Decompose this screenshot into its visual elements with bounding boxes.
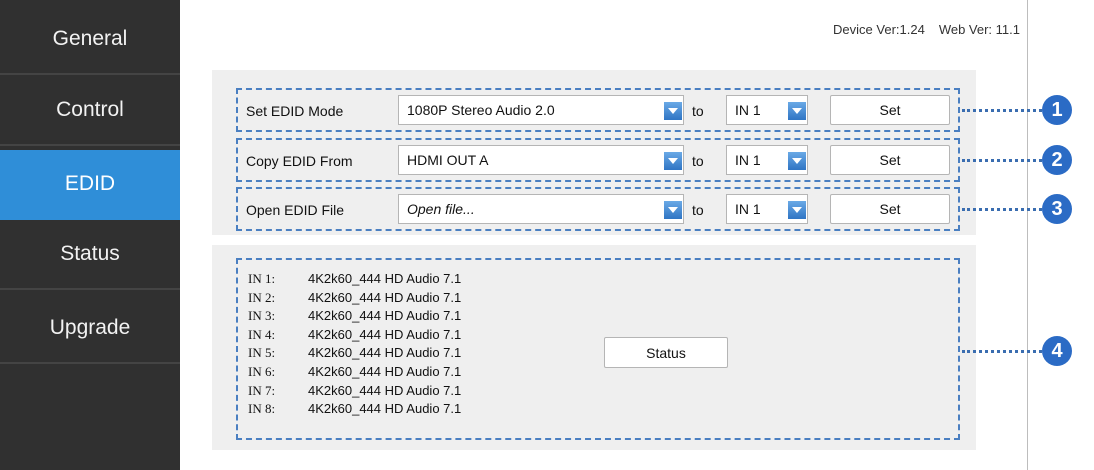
callout-leader: [962, 159, 1042, 162]
status-line: IN 7: 4K2k60_444 HD Audio 7.1: [248, 382, 461, 401]
web-version: Web Ver: 11.1: [938, 22, 1020, 37]
status-value: 4K2k60_444 HD Audio 7.1: [308, 401, 462, 417]
edid-status-list: IN 1: 4K2k60_444 HD Audio 7.1 IN 2: 4K2k60…: [248, 270, 461, 419]
status-port: IN 1:: [248, 271, 276, 286]
sidebar-item-control[interactable]: Control: [0, 76, 180, 146]
version-info: Device Ver:1.24 Web Ver: 11.1: [740, 22, 1020, 40]
callout-badge-3: 3: [1042, 194, 1072, 224]
to-label: to: [692, 103, 704, 119]
copy-source-select[interactable]: HDMI OUT A: [398, 145, 684, 175]
callout-badge-4: 4: [1042, 336, 1072, 366]
edid-mode-value: 1080P Stereo Audio 2.0: [407, 102, 555, 118]
open-file-select[interactable]: Open file...: [398, 194, 684, 224]
chevron-down-icon: [664, 102, 682, 120]
status-port: IN 4:: [248, 326, 276, 342]
status-value: 4K2k60_444 HD Audio 7.1: [308, 271, 462, 286]
callout-leader: [962, 109, 1042, 112]
status-value: 4K2k60_444 HD Audio 7.1: [308, 289, 462, 305]
status-port: IN 2:: [248, 289, 276, 305]
status-value: 4K2k60_444 HD Audio 7.1: [308, 326, 462, 342]
set-edid-mode-button[interactable]: Set: [830, 95, 950, 125]
sidebar: General Control EDID Status Upgrade: [0, 0, 180, 470]
sidebar-item-status[interactable]: Status: [0, 220, 180, 290]
callout-badge-2: 2: [1042, 145, 1072, 175]
status-line: IN 5: 4K2k60_444 HD Audio 7.1: [248, 344, 461, 363]
status-line: IN 8: 4K2k60_444 HD Audio 7.1: [248, 400, 461, 419]
page-divider: [1027, 0, 1028, 470]
copy-target-select[interactable]: IN 1: [726, 145, 808, 175]
set-mode-target-value: IN 1: [735, 102, 761, 118]
sidebar-item-upgrade[interactable]: Upgrade: [0, 294, 180, 364]
callout-leader: [962, 208, 1042, 211]
chevron-down-icon: [788, 201, 806, 219]
sidebar-item-edid[interactable]: EDID: [0, 150, 180, 220]
chevron-down-icon: [664, 201, 682, 219]
status-value: 4K2k60_444 HD Audio 7.1: [308, 382, 462, 398]
copy-target-value: IN 1: [735, 152, 761, 168]
device-version: Device Ver:1.24: [833, 22, 925, 37]
callout-leader: [962, 350, 1042, 353]
callout-badge-1: 1: [1042, 95, 1072, 125]
status-line: IN 6: 4K2k60_444 HD Audio 7.1: [248, 363, 461, 382]
set-edid-mode-label: Set EDID Mode: [246, 103, 344, 119]
sidebar-item-general[interactable]: General: [0, 5, 180, 75]
status-port: IN 7:: [248, 382, 276, 398]
status-line: IN 3: 4K2k60_444 HD Audio 7.1: [248, 307, 461, 326]
status-port: IN 5:: [248, 345, 276, 361]
status-line: IN 2: 4K2k60_444 HD Audio 7.1: [248, 289, 461, 308]
status-port: IN 8:: [248, 401, 276, 417]
set-mode-target-select[interactable]: IN 1: [726, 95, 808, 125]
to-label: to: [692, 202, 704, 218]
chevron-down-icon: [788, 152, 806, 170]
open-file-target-value: IN 1: [735, 201, 761, 217]
status-value: 4K2k60_444 HD Audio 7.1: [308, 308, 462, 324]
status-value: 4K2k60_444 HD Audio 7.1: [308, 345, 462, 361]
to-label: to: [692, 153, 704, 169]
status-port: IN 3:: [248, 308, 276, 324]
status-port: IN 6:: [248, 363, 276, 379]
status-line: IN 4: 4K2k60_444 HD Audio 7.1: [248, 326, 461, 345]
open-file-target-select[interactable]: IN 1: [726, 194, 808, 224]
status-button[interactable]: Status: [604, 337, 728, 368]
open-edid-file-label: Open EDID File: [246, 202, 345, 218]
copy-source-value: HDMI OUT A: [407, 152, 489, 168]
chevron-down-icon: [664, 152, 682, 170]
open-file-set-button[interactable]: Set: [830, 194, 950, 224]
copy-edid-label: Copy EDID From: [246, 153, 353, 169]
status-value: 4K2k60_444 HD Audio 7.1: [308, 363, 462, 379]
copy-edid-set-button[interactable]: Set: [830, 145, 950, 175]
edid-mode-select[interactable]: 1080P Stereo Audio 2.0: [398, 95, 684, 125]
status-line: IN 1: 4K2k60_444 HD Audio 7.1: [248, 270, 461, 289]
open-file-value: Open file...: [407, 201, 475, 217]
chevron-down-icon: [788, 102, 806, 120]
